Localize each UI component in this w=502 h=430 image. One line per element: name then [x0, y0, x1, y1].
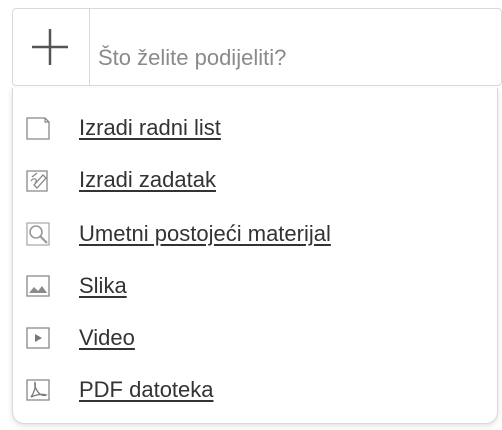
- menu-item-task[interactable]: Izradi zadatak: [13, 154, 497, 204]
- menu-item-label: Umetni postojeći materijal: [79, 221, 331, 246]
- plus-icon: [32, 29, 68, 65]
- share-input[interactable]: [90, 9, 500, 85]
- menu-item-video[interactable]: Video: [13, 312, 497, 362]
- menu-item-insert-material[interactable]: Umetni postojeći materijal: [13, 208, 497, 258]
- menu-item-pdf[interactable]: PDF datoteka: [13, 364, 497, 414]
- pdf-icon: [26, 379, 50, 401]
- menu-item-label: Izradi zadatak: [79, 167, 216, 192]
- menu-item-worksheet[interactable]: Izradi radni list: [13, 102, 497, 152]
- search-material-icon: [26, 222, 50, 246]
- menu-item-label: Izradi radni list: [79, 115, 221, 140]
- image-icon: [26, 275, 50, 297]
- add-content-menu: Izradi radni list Izradi zadatak Umetni …: [12, 88, 498, 424]
- task-icon: [26, 170, 48, 192]
- worksheet-icon: [26, 117, 50, 140]
- share-box: [12, 8, 502, 86]
- menu-item-image[interactable]: Slika: [13, 260, 497, 310]
- menu-item-label: Video: [79, 325, 135, 350]
- add-button[interactable]: [13, 9, 90, 85]
- video-icon: [26, 327, 50, 349]
- menu-item-label: PDF datoteka: [79, 377, 214, 402]
- menu-item-label: Slika: [79, 273, 127, 298]
